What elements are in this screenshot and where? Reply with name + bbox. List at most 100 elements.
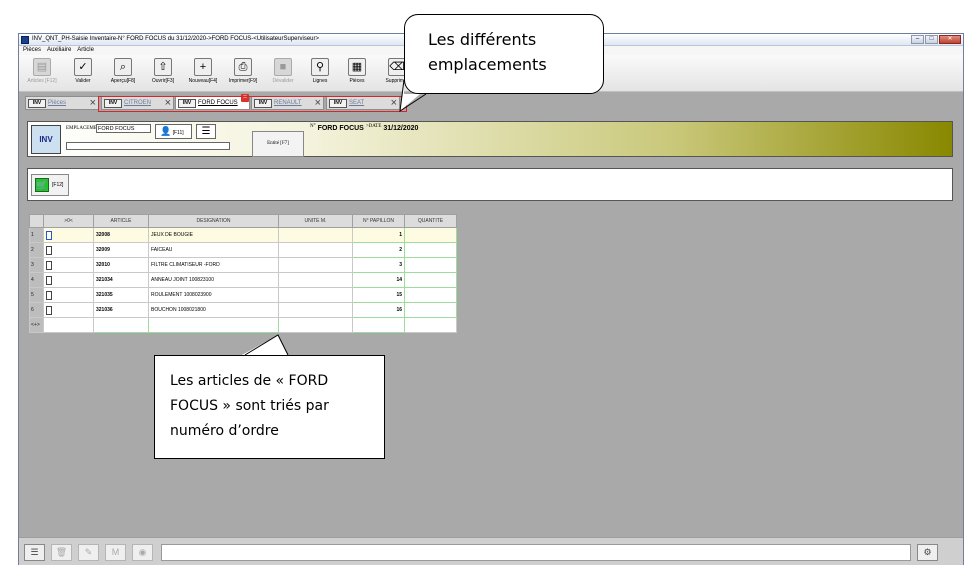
table-row[interactable]: 1 32008 JEUX DE BOUGIE 1 <box>29 227 457 243</box>
select-cell[interactable] <box>43 302 94 318</box>
quantite-cell[interactable] <box>404 242 457 258</box>
table-row[interactable]: 2 32009 FAICEAU 2 <box>29 242 457 258</box>
article-cell[interactable]: 321035 <box>93 287 149 303</box>
quantite-cell[interactable] <box>404 272 457 288</box>
unite-cell[interactable] <box>278 227 353 243</box>
designation-cell[interactable]: JEUX DE BOUGIE <box>148 227 279 243</box>
column-header-article[interactable]: ARTICLE <box>93 214 149 228</box>
papillon-cell[interactable]: 14 <box>352 272 405 288</box>
papillon-cell[interactable]: 3 <box>352 257 405 273</box>
toolbar-button-1[interactable]: ✓ Valider <box>65 58 101 90</box>
column-header-quantite[interactable]: QUANTITE <box>404 214 457 228</box>
new-unite-cell[interactable] <box>278 317 353 333</box>
trash-icon[interactable]: 🗑 <box>51 544 72 561</box>
table-row[interactable]: 4 321034 ANNEAU JOINT 100823100 14 <box>29 272 457 288</box>
close-button[interactable]: ✕ <box>939 35 961 44</box>
close-tab-icon[interactable]: × <box>90 97 96 109</box>
row-checkbox[interactable] <box>46 305 52 315</box>
unite-cell[interactable] <box>278 287 353 303</box>
row-number-header <box>29 214 44 228</box>
papillon-cell[interactable]: 1 <box>352 227 405 243</box>
emplacement-field[interactable]: FORD FOCUS <box>96 124 151 133</box>
column-header-unite[interactable]: UNITE M. <box>278 214 353 228</box>
papillon-cell[interactable]: 2 <box>352 242 405 258</box>
header-menu-button[interactable]: ☰ <box>196 124 216 139</box>
toolbar-button-6[interactable]: ■ Dévalider <box>265 58 301 90</box>
toolbar-button-5[interactable]: ⎙ Imprimer[F9] <box>225 58 261 90</box>
menu-icon[interactable]: ☰ <box>24 544 45 561</box>
row-checkbox[interactable] <box>46 260 52 270</box>
designation-cell[interactable]: BOUCHON 1008021800 <box>148 302 279 318</box>
new-article-input[interactable] <box>93 317 149 333</box>
quantite-cell[interactable] <box>404 287 457 303</box>
quantite-cell[interactable] <box>404 227 457 243</box>
toolbar-button-8[interactable]: ▦ Pièces <box>339 58 375 90</box>
minimize-button[interactable]: – <box>911 35 924 44</box>
papillon-cell[interactable]: 15 <box>352 287 405 303</box>
cart-button[interactable]: 🛒 [F12] <box>31 174 69 196</box>
select-cell[interactable] <box>43 227 94 243</box>
emplacement-description-field[interactable] <box>66 142 230 150</box>
designation-cell[interactable]: FAICEAU <box>148 242 279 258</box>
menu-pieces[interactable]: Pièces <box>23 46 41 55</box>
quantite-cell[interactable] <box>404 302 457 318</box>
settings-icon[interactable]: ⚙ <box>917 544 938 561</box>
entite-button[interactable]: Entité [F7] <box>252 131 304 157</box>
column-header-select[interactable]: >0< <box>43 214 94 228</box>
row-checkbox[interactable] <box>46 290 52 300</box>
toolbar-button-4[interactable]: + Nouveau[F4] <box>185 58 221 90</box>
designation-cell[interactable]: ROULEMENT 1008023900 <box>148 287 279 303</box>
mail-icon[interactable]: M <box>105 544 126 561</box>
toolbar-button-2[interactable]: ⌕ Aperçu[F8] <box>105 58 141 90</box>
doc-number-prefix: N° <box>310 124 316 129</box>
select-cell[interactable] <box>43 257 94 273</box>
article-cell[interactable]: 32010 <box>93 257 149 273</box>
designation-cell[interactable]: ANNEAU JOINT 100823100 <box>148 272 279 288</box>
window-title: INV_QNT_PH-Saisie Inventaire-N° FORD FOC… <box>32 36 319 42</box>
table-row[interactable]: 3 32010 FILTRE CLIMATISEUR -FORD 3 <box>29 257 457 273</box>
article-cell[interactable]: 32009 <box>93 242 149 258</box>
article-cell[interactable]: 32008 <box>93 227 149 243</box>
row-checkbox[interactable] <box>46 245 52 255</box>
row-checkbox[interactable] <box>46 275 52 285</box>
tab-label: Pièces <box>48 100 67 106</box>
select-cell[interactable] <box>43 242 94 258</box>
new-designation-input[interactable] <box>148 317 279 333</box>
status-bar: ☰ 🗑 ✎ M ◉ ⚙ <box>19 537 963 565</box>
user-button[interactable]: 👤 [F11] <box>155 124 192 139</box>
action-strip: 🛒 [F12] <box>27 168 953 201</box>
designation-cell[interactable]: FILTRE CLIMATISEUR -FORD <box>148 257 279 273</box>
menu-auxiliaire[interactable]: Auxiliaire <box>47 46 71 55</box>
tab-inventory-icon: INV <box>28 99 46 108</box>
unite-cell[interactable] <box>278 257 353 273</box>
toolbar-button-7[interactable]: ⚲ Lignes <box>302 58 338 90</box>
new-quantite-cell[interactable] <box>404 317 457 333</box>
table-row[interactable]: 6 321036 BOUCHON 1008021800 16 <box>29 302 457 318</box>
column-header-papillon[interactable]: N° PAPILLON <box>352 214 405 228</box>
unite-cell[interactable] <box>278 272 353 288</box>
article-cell[interactable]: 321036 <box>93 302 149 318</box>
select-cell[interactable] <box>43 287 94 303</box>
select-cell[interactable] <box>43 272 94 288</box>
toolbar-button-0[interactable]: ▤ Articles [F12] <box>24 58 60 90</box>
toolbar-button-3[interactable]: ⇧ Ouvrir[F3] <box>145 58 181 90</box>
maximize-button[interactable]: □ <box>925 35 938 44</box>
row-number: 2 <box>29 242 44 258</box>
table-row[interactable]: 5 321035 ROULEMENT 1008023900 15 <box>29 287 457 303</box>
article-cell[interactable]: 321034 <box>93 272 149 288</box>
eye-icon[interactable]: ◉ <box>132 544 153 561</box>
quantite-cell[interactable] <box>404 257 457 273</box>
column-header-designation[interactable]: DESIGNATION <box>148 214 279 228</box>
new-row[interactable]: <+> <box>29 317 457 333</box>
new-select-cell[interactable] <box>43 317 94 333</box>
menu-article[interactable]: Article <box>77 46 94 55</box>
unite-cell[interactable] <box>278 242 353 258</box>
print-icon: ⎙ <box>234 58 252 76</box>
unite-cell[interactable] <box>278 302 353 318</box>
new-papillon-input[interactable] <box>352 317 405 333</box>
row-checkbox[interactable] <box>46 230 52 240</box>
callout-emplacements-line1: Les différents <box>428 30 537 49</box>
tab-0[interactable]: INV Pièces × <box>25 96 99 110</box>
papillon-cell[interactable]: 16 <box>352 302 405 318</box>
edit-icon[interactable]: ✎ <box>78 544 99 561</box>
